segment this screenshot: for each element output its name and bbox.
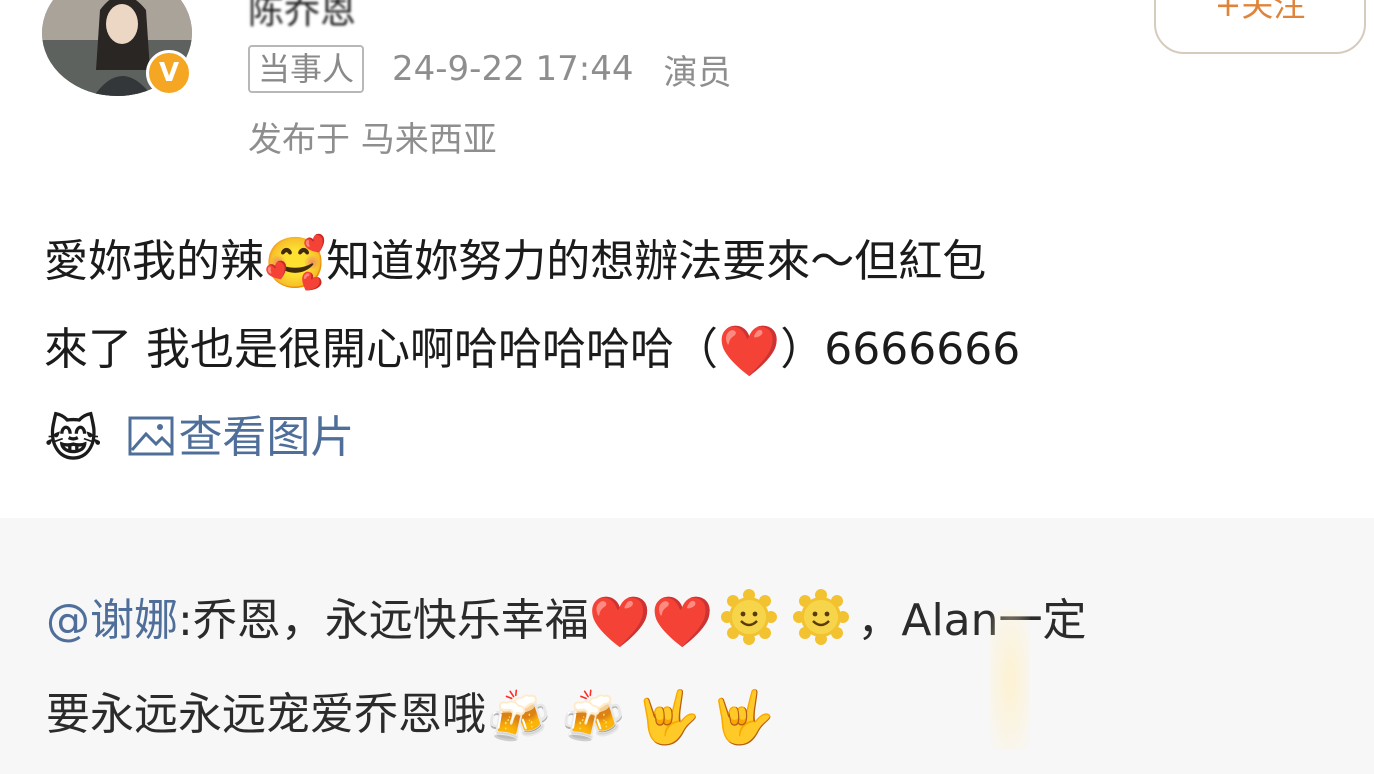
repost-line-2: 要永远永远宠爱乔恩哦🍻 🍻 🤟 🤟 — [46, 668, 1346, 762]
post-meta: 当事人 24-9-22 17:44 演员 — [248, 44, 762, 94]
view-images-link[interactable]: 查看图片 — [102, 412, 354, 463]
repost-line-1: @谢娜:乔恩，永远快乐幸福❤️❤️ ，Alan一定 — [46, 574, 1346, 668]
repost-text: 要永远永远宠爱乔恩哦 — [46, 689, 486, 740]
participant-tag: 当事人 — [248, 45, 365, 93]
verified-badge-icon: V — [146, 50, 192, 96]
love-you-gesture-icon: 🤟 — [710, 688, 775, 748]
repost-text: ，Alan一定 — [857, 595, 1087, 646]
love-you-gesture-icon: 🤟 — [635, 688, 701, 748]
username[interactable]: 陈乔恩 — [248, 0, 356, 34]
smiling-sun-icon — [793, 584, 850, 645]
repost-content: @谢娜:乔恩，永远快乐幸福❤️❤️ ，Alan一定 要永远永远宠爱乔恩哦🍻 🍻 🤟 🤟 — [46, 574, 1346, 762]
content-text: 來了 我也是很開心啊哈哈哈哈哈（ — [44, 324, 718, 375]
repost-text: :乔恩，永远快乐幸福 — [178, 595, 589, 646]
content-text: ）6666666 — [780, 324, 1021, 375]
smiling-face-with-hearts-icon: 🥰 — [264, 234, 327, 292]
content-line-2: 來了 我也是很開心啊哈哈哈哈哈（❤️）6666666 — [44, 306, 1344, 394]
repost-comment: @谢娜:乔恩，永远快乐幸福❤️❤️ ，Alan一定 要永远永远宠爱乔恩哦🍻 🍻 🤟 🤟 — [0, 518, 1374, 774]
laughing-tears-icon: 😹 — [44, 410, 103, 468]
image-icon — [128, 398, 174, 486]
post-content: 愛妳我的辣🥰知道妳努力的想辦法要來～但紅包 來了 我也是很開心啊哈哈哈哈哈（❤️… — [44, 218, 1344, 486]
content-text: 知道妳努力的想辦法要來～但紅包 — [326, 236, 987, 287]
content-line-3: 😹 查看图片 — [44, 394, 1344, 486]
red-heart-icon: ❤️ — [588, 593, 652, 651]
post-timestamp: 24-9-22 17:44 — [392, 49, 634, 89]
weibo-post: V 陈乔恩 +关注 当事人 24-9-22 17:44 演员 发布于 马来西亚 … — [0, 0, 1374, 518]
smiling-sun-icon — [721, 584, 778, 645]
red-heart-icon: ❤️ — [651, 593, 714, 651]
content-text: 愛妳我的辣 — [44, 236, 264, 287]
user-role: 演员 — [663, 52, 732, 93]
red-heart-icon: ❤️ — [718, 322, 781, 380]
beer-mugs-icon: 🍻 — [486, 688, 551, 748]
post-location: 发布于 马来西亚 — [248, 120, 497, 160]
view-images-label[interactable]: 查看图片 — [178, 412, 354, 463]
beer-mugs-icon: 🍻 — [560, 688, 626, 748]
mention-link[interactable]: @谢娜 — [46, 595, 178, 646]
follow-button[interactable]: +关注 — [1154, 0, 1366, 54]
content-line-1: 愛妳我的辣🥰知道妳努力的想辦法要來～但紅包 — [44, 218, 1344, 306]
